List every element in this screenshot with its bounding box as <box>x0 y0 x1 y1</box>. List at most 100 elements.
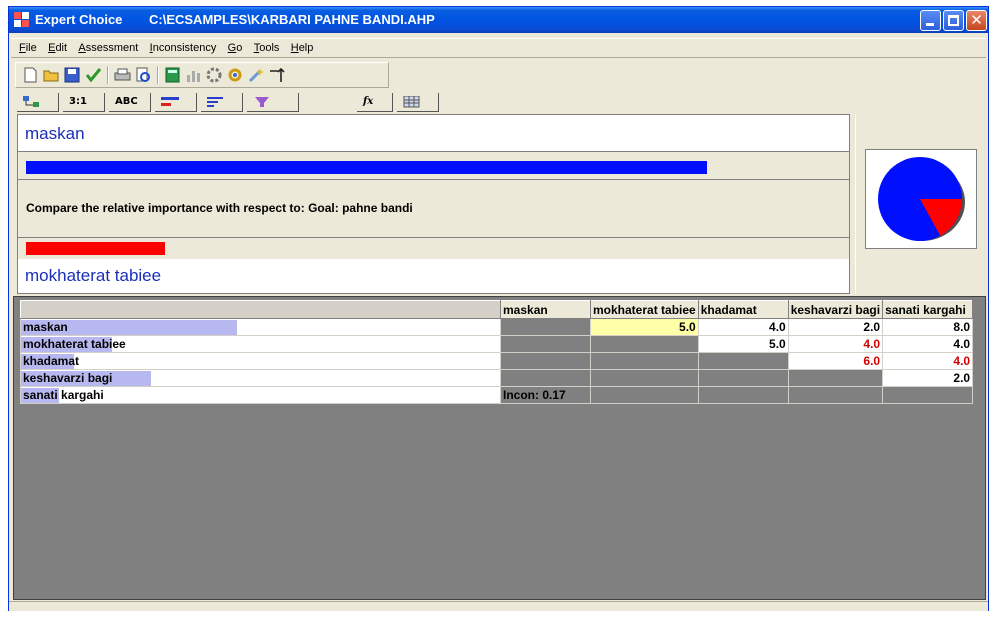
row-label[interactable]: khadamat <box>20 352 501 370</box>
tab-numerical[interactable]: 3:1 <box>63 93 105 112</box>
matrix-cell <box>787 369 884 387</box>
divider <box>18 151 849 152</box>
filter-icon <box>255 97 269 107</box>
matrix-cell <box>787 386 884 404</box>
menu-file[interactable]: File <box>19 42 37 54</box>
grid-icon <box>403 95 420 108</box>
tab-list[interactable] <box>201 93 243 112</box>
tab-verbal[interactable]: ABC <box>109 93 151 112</box>
matrix-corner <box>20 300 501 319</box>
pie-box[interactable] <box>865 149 977 249</box>
matrix-cell <box>500 369 591 387</box>
app-window: Expert Choice C:\ECSAMPLES\KARBARI PAHNE… <box>8 6 989 611</box>
matrix-cell <box>697 352 789 370</box>
menu-inconsistency[interactable]: Inconsistency <box>150 42 217 54</box>
matrix-row: keshavarzi bagi 2.0 <box>20 369 974 387</box>
node-a-label: maskan <box>18 115 849 151</box>
tab-filter[interactable] <box>247 93 299 112</box>
row-label-text: maskan <box>23 320 68 334</box>
check-icon[interactable] <box>85 67 102 83</box>
maximize-icon <box>948 15 959 26</box>
column-header[interactable]: maskan <box>500 300 591 319</box>
maximize-button[interactable] <box>943 10 964 31</box>
refresh-icon[interactable] <box>227 67 244 83</box>
node-a-bar[interactable] <box>26 161 707 174</box>
matrix-cell[interactable]: 4.0 <box>787 335 884 353</box>
title-bar[interactable]: Expert Choice C:\ECSAMPLES\KARBARI PAHNE… <box>9 7 988 33</box>
menu-bar: File Edit Assessment Inconsistency Go To… <box>11 38 986 58</box>
window-title-app: Expert Choice <box>35 12 123 27</box>
column-header[interactable]: sanati kargahi <box>882 300 974 319</box>
matrix-cell[interactable]: 2.0 <box>882 369 974 387</box>
minimize-button[interactable] <box>920 10 941 31</box>
minimize-icon <box>926 23 934 26</box>
matrix-cell <box>590 369 699 387</box>
wand-icon[interactable] <box>248 67 265 83</box>
matrix-cell[interactable]: 5.0 <box>590 318 699 336</box>
row-label-text: keshavarzi bagi <box>23 371 113 385</box>
matrix-row: khadamat 6.0 4.0 <box>20 352 974 370</box>
tab-graphical[interactable] <box>155 93 197 112</box>
matrix-row: mokhaterat tabiee 5.0 4.0 4.0 <box>20 335 974 353</box>
pairwise-compare-panel: maskan Compare the relative importance w… <box>17 114 850 294</box>
matrix-cell[interactable]: 4.0 <box>697 318 789 336</box>
print-icon[interactable] <box>114 67 131 83</box>
matrix-cell <box>697 369 789 387</box>
menu-edit[interactable]: Edit <box>48 42 67 54</box>
row-label-text: sanati kargahi <box>23 388 104 402</box>
column-header[interactable]: mokhaterat tabiee <box>590 300 699 319</box>
status-bar <box>9 601 988 611</box>
comparison-pie <box>878 157 965 241</box>
preview-icon[interactable] <box>135 67 152 83</box>
matrix-cell <box>882 386 974 404</box>
matrix-row: maskan 5.0 4.0 2.0 8.0 <box>20 318 974 336</box>
tab-tree-view[interactable] <box>17 93 59 112</box>
node-b-label: mokhaterat tabiee <box>18 259 849 293</box>
view-tabs: 3:1 ABC fx <box>9 91 988 113</box>
matrix-cell <box>590 386 699 404</box>
matrix-cell <box>590 352 699 370</box>
menu-assessment[interactable]: Assessment <box>78 42 138 54</box>
row-label[interactable]: mokhaterat tabiee <box>20 335 501 353</box>
menu-go[interactable]: Go <box>228 42 243 54</box>
save-icon[interactable] <box>64 67 81 83</box>
gear-icon[interactable] <box>206 67 223 83</box>
matrix-cell[interactable]: 2.0 <box>787 318 884 336</box>
comparison-matrix: maskan mokhaterat tabiee khadamat keshavarz… <box>20 300 974 404</box>
new-icon[interactable] <box>22 67 39 83</box>
row-label[interactable]: maskan <box>20 318 501 336</box>
matrix-cell <box>500 335 591 353</box>
matrix-cell[interactable]: 8.0 <box>882 318 974 336</box>
arrow-icon[interactable] <box>269 67 286 83</box>
chart-icon[interactable] <box>185 67 202 83</box>
tab-formula[interactable]: fx <box>357 93 393 112</box>
menu-tools[interactable]: Tools <box>254 42 280 54</box>
bars-icon <box>161 97 179 106</box>
menu-help[interactable]: Help <box>291 42 314 54</box>
matrix-row: sanati kargahi Incon: 0.17 <box>20 386 974 404</box>
row-label[interactable]: sanati kargahi <box>20 386 501 404</box>
window-title-path: C:\ECSAMPLES\KARBARI PAHNE BANDI.AHP <box>149 12 435 27</box>
row-label[interactable]: keshavarzi bagi <box>20 369 501 387</box>
tab-grid[interactable] <box>397 93 439 112</box>
pie-panel <box>855 114 984 294</box>
matrix-cell[interactable]: 4.0 <box>882 352 974 370</box>
close-button[interactable]: ✕ <box>966 10 987 31</box>
comparison-matrix-area: maskan mokhaterat tabiee khadamat keshavarz… <box>13 296 986 600</box>
list-icon <box>207 97 223 107</box>
divider <box>18 237 849 238</box>
matrix-cell[interactable]: 5.0 <box>697 335 789 353</box>
column-header[interactable]: khadamat <box>697 300 789 319</box>
matrix-cell[interactable]: 6.0 <box>787 352 884 370</box>
calculator-icon[interactable] <box>164 67 181 83</box>
inconsistency-ratio: Incon: 0.17 <box>500 386 591 404</box>
matrix-cell <box>500 318 591 336</box>
expert-choice-icon <box>14 12 30 28</box>
row-label-text: khadamat <box>23 354 80 368</box>
column-header[interactable]: keshavarzi bagi <box>787 300 884 319</box>
row-label-text: mokhaterat tabiee <box>23 337 126 351</box>
open-icon[interactable] <box>43 67 60 83</box>
matrix-cell <box>697 386 789 404</box>
node-b-bar[interactable] <box>26 242 165 255</box>
matrix-cell[interactable]: 4.0 <box>882 335 974 353</box>
